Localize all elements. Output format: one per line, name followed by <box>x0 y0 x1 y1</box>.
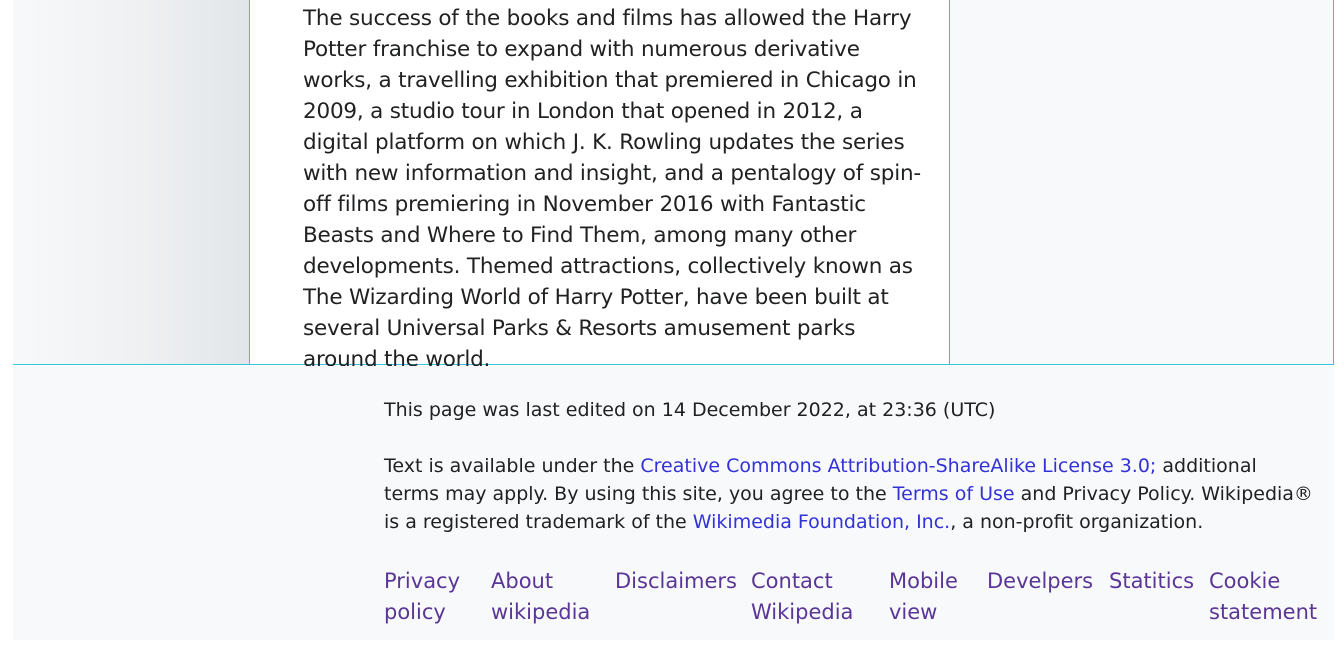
about-wikipedia-line2: wikipedia <box>491 600 591 624</box>
mobile-view-link[interactable]: Mobile view <box>889 566 987 628</box>
cookie-statement-line2: statement <box>1209 600 1318 624</box>
privacy-policy-link[interactable]: Privacy policy <box>384 566 491 628</box>
wikimedia-foundation-link[interactable]: Wikimedia Foundation, Inc. <box>693 511 950 533</box>
page-footer: This page was last edited on 14 December… <box>13 366 1334 640</box>
statistics-line1: Statitics <box>1109 569 1195 593</box>
license-text: Text is available under the Creative Com… <box>384 452 1314 536</box>
mobile-view-line1: Mobile <box>889 569 958 593</box>
about-wikipedia-line1: About <box>491 569 554 593</box>
article-body: The success of the books and films has a… <box>250 0 950 372</box>
developers-link[interactable]: Develpers <box>987 566 1109 628</box>
mobile-view-line2: view <box>889 600 938 624</box>
wikipedia-page: The success of the books and films has a… <box>0 0 1344 645</box>
cookie-statement-line1: Cookie <box>1209 569 1281 593</box>
developers-line1: Develpers <box>987 569 1094 593</box>
contact-wikipedia-line2: Wikipedia <box>751 600 854 624</box>
terms-of-use-link[interactable]: Terms of Use <box>893 483 1015 505</box>
statistics-link[interactable]: Statitics <box>1109 566 1209 628</box>
privacy-policy-line1: Privacy <box>384 569 461 593</box>
privacy-policy-line2: policy <box>384 600 446 624</box>
license-suffix: , a non-profit organization. <box>950 511 1204 533</box>
footer-info: This page was last edited on 14 December… <box>384 396 1314 536</box>
license-prefix: Text is available under the <box>384 455 641 477</box>
contact-wikipedia-link[interactable]: Contact Wikipedia <box>751 566 889 628</box>
content-area: The success of the books and films has a… <box>13 0 1334 372</box>
disclaimers-link[interactable]: Disclaimers <box>615 566 751 628</box>
disclaimers-line1: Disclaimers <box>615 569 737 593</box>
article-paragraph: The success of the books and films has a… <box>303 6 921 372</box>
cc-license-link[interactable]: Creative Commons Attribution-ShareAlike … <box>640 455 1156 477</box>
last-edited-text: This page was last edited on 14 December… <box>384 399 996 421</box>
left-sidebar <box>13 0 250 364</box>
contact-wikipedia-line1: Contact <box>751 569 833 593</box>
right-sidebar <box>950 0 1334 364</box>
footer-links: Privacy policy About wikipedia Disclaime… <box>384 566 1318 628</box>
cookie-statement-link[interactable]: Cookie statement <box>1209 566 1318 628</box>
about-wikipedia-link[interactable]: About wikipedia <box>491 566 615 628</box>
